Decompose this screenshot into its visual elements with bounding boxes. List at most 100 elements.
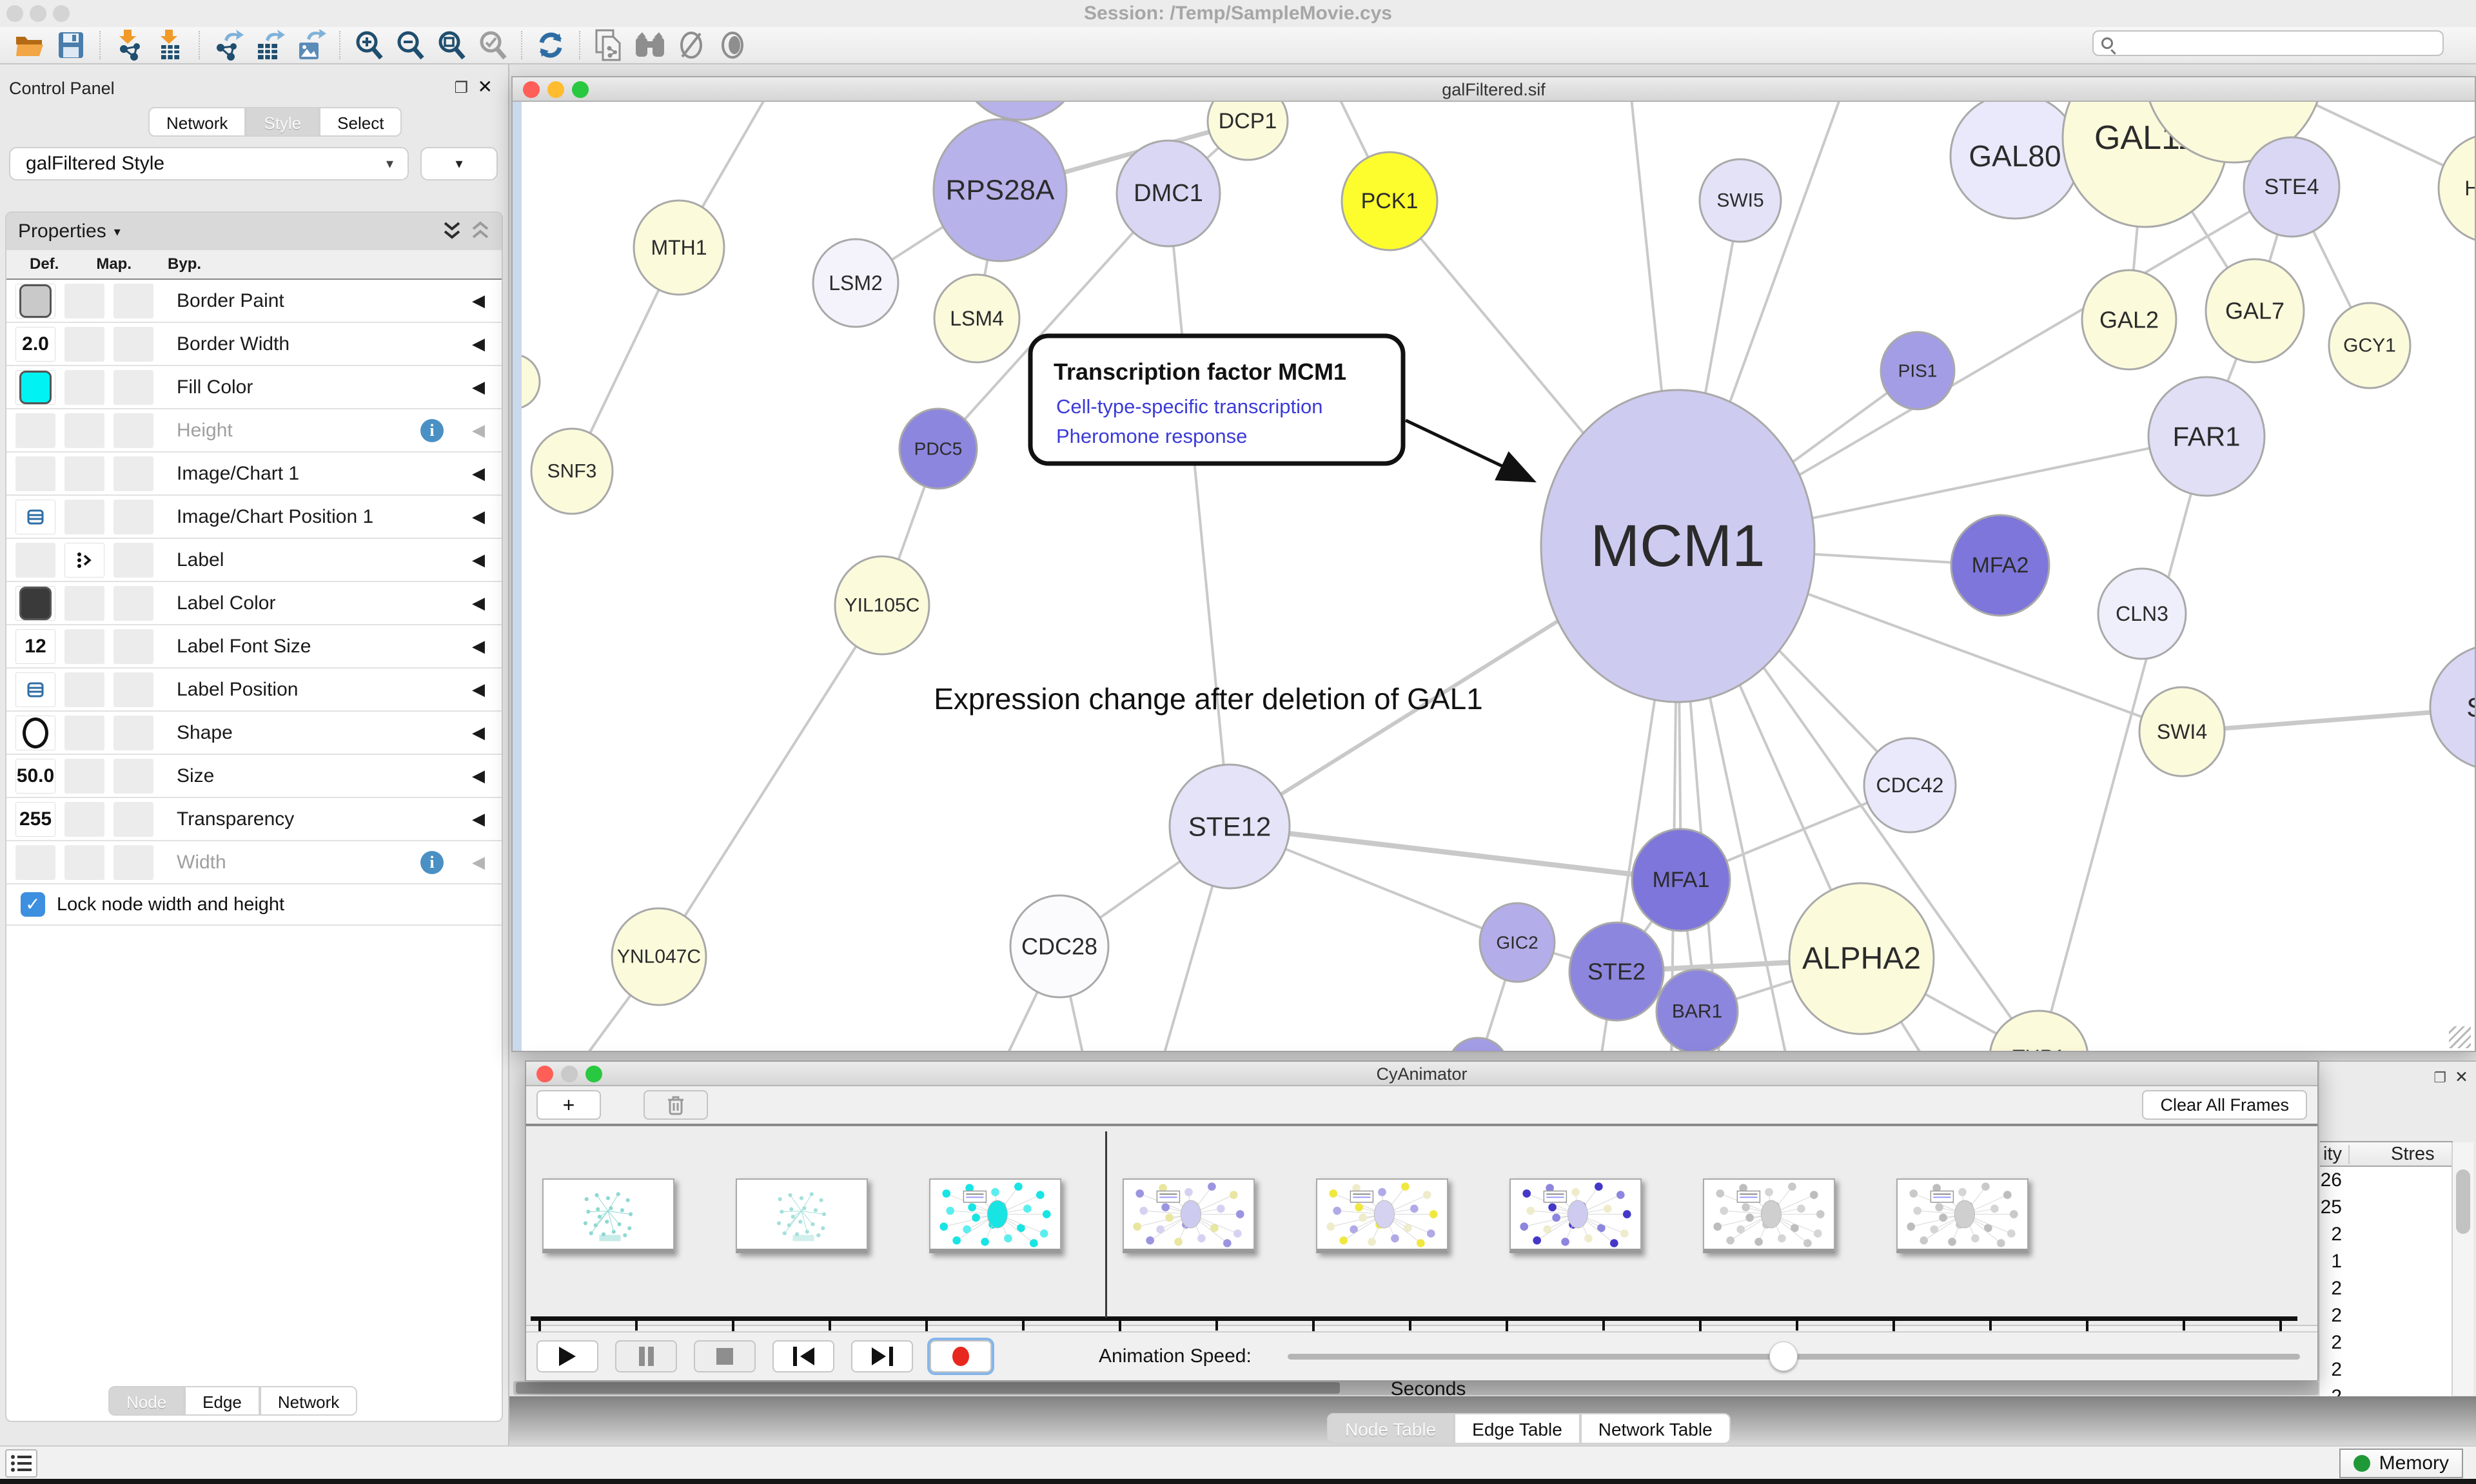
mapping-cell[interactable] xyxy=(64,500,104,534)
network-node[interactable]: LSM2 xyxy=(813,239,898,327)
show-all-button[interactable] xyxy=(712,29,753,61)
network-node[interactable]: LSM4 xyxy=(934,275,1019,362)
memory-button[interactable]: Memory xyxy=(2339,1449,2463,1478)
table-vertical-scrollbar[interactable] xyxy=(2451,1142,2473,1396)
network-node[interactable]: PCK1 xyxy=(1342,152,1437,250)
scrollbar-thumb[interactable] xyxy=(2456,1169,2470,1234)
network-node[interactable]: YIL105C xyxy=(835,556,929,654)
expand-row-icon[interactable]: ◀ xyxy=(472,636,485,656)
timeline-area[interactable]: 0123456789 Seconds xyxy=(526,1124,2317,1326)
mapping-cell[interactable] xyxy=(64,629,104,664)
network-node[interactable]: GCY1 xyxy=(2329,303,2410,388)
timeline-playhead[interactable] xyxy=(1105,1131,1107,1318)
network-node[interactable]: STE12 xyxy=(1170,765,1290,888)
expand-row-icon[interactable]: ◀ xyxy=(472,334,485,354)
property-row[interactable]: Shape◀ xyxy=(6,712,502,755)
network-node[interactable]: STE2 xyxy=(1569,923,1664,1020)
network-node[interactable]: SLT2 xyxy=(2430,644,2475,770)
network-node[interactable]: MCM1 xyxy=(1541,390,1814,702)
property-row[interactable]: 255Transparency◀ xyxy=(6,798,502,841)
network-window-titlebar[interactable]: galFiltered.sif xyxy=(513,77,2475,102)
mapping-cell[interactable] xyxy=(64,759,104,794)
frame-thumbnail[interactable] xyxy=(1703,1178,1835,1253)
window-minimize-light[interactable] xyxy=(547,81,564,98)
network-node[interactable]: CLN3 xyxy=(2098,569,2186,659)
animation-speed-slider[interactable] xyxy=(1288,1340,2300,1372)
tab-network-style[interactable]: Network xyxy=(260,1386,357,1416)
close-panel-icon[interactable]: ✕ xyxy=(478,76,493,97)
slider-thumb[interactable] xyxy=(1769,1342,1798,1371)
scrollbar-thumb[interactable] xyxy=(516,1382,1340,1394)
annotation-link[interactable]: Cell-type-specific transcription xyxy=(1056,395,1322,418)
mapping-cell[interactable] xyxy=(64,845,104,880)
lock-size-checkbox[interactable]: ✓ xyxy=(21,892,45,917)
tab-select[interactable]: Select xyxy=(319,107,402,137)
style-options-button[interactable]: ▾ xyxy=(420,147,498,181)
table-row[interactable]: 2 xyxy=(2320,1275,2453,1302)
window-close-light[interactable] xyxy=(523,81,540,98)
network-node[interactable]: MFA2 xyxy=(1951,515,2049,616)
clear-all-frames-button[interactable]: Clear All Frames xyxy=(2142,1090,2307,1120)
expand-row-icon[interactable]: ◀ xyxy=(472,507,485,527)
expand-row-icon[interactable]: ◀ xyxy=(472,291,485,311)
mapping-cell[interactable] xyxy=(64,802,104,837)
mapping-cell[interactable] xyxy=(64,284,104,318)
save-session-button[interactable] xyxy=(50,29,92,61)
network-node[interactable]: HAP2 xyxy=(2439,134,2475,242)
table-column-headers[interactable]: ity Stres xyxy=(2320,1142,2453,1167)
zoom-in-button[interactable] xyxy=(348,29,389,61)
skip-to-end-button[interactable] xyxy=(851,1340,913,1372)
network-edge[interactable] xyxy=(659,605,882,957)
bypass-cell[interactable] xyxy=(113,759,153,794)
stop-button[interactable] xyxy=(694,1340,756,1372)
property-row[interactable]: Label Color◀ xyxy=(6,582,502,625)
table-row[interactable]: 2 xyxy=(2320,1221,2453,1248)
property-row[interactable]: 2.0Border Width◀ xyxy=(6,323,502,366)
network-node[interactable]: GIC2 xyxy=(1480,903,1555,982)
frame-thumbnail[interactable] xyxy=(1123,1178,1255,1253)
clone-network-button[interactable] xyxy=(588,29,629,61)
table-row[interactable]: 26 xyxy=(2320,1167,2453,1194)
network-node[interactable]: GAL2 xyxy=(2082,270,2176,369)
table-row[interactable]: 2 xyxy=(2320,1356,2453,1383)
frame-thumbnail[interactable] xyxy=(1316,1178,1448,1253)
network-node[interactable]: SWI5 xyxy=(1700,159,1781,242)
export-network-button[interactable] xyxy=(208,29,249,61)
delete-frame-button[interactable] xyxy=(644,1090,708,1120)
property-row[interactable]: 50.0Size◀ xyxy=(6,755,502,798)
table-row[interactable]: 2 xyxy=(2320,1329,2453,1356)
network-node[interactable]: CDC28 xyxy=(1010,895,1108,997)
network-node[interactable]: CDC42 xyxy=(1864,738,1956,832)
mapping-cell[interactable] xyxy=(64,413,104,448)
canvas-caption-text[interactable]: Expression change after deletion of GAL1 xyxy=(934,682,1483,716)
bypass-cell[interactable] xyxy=(113,672,153,707)
bypass-cell[interactable] xyxy=(113,413,153,448)
add-frame-button[interactable]: + xyxy=(536,1090,601,1120)
table-row[interactable]: 2 xyxy=(2320,1302,2453,1329)
app-zoom-light[interactable] xyxy=(53,5,70,22)
expand-row-icon[interactable]: ◀ xyxy=(472,593,485,613)
default-value-cell[interactable] xyxy=(15,413,55,448)
bypass-cell[interactable] xyxy=(113,845,153,880)
expand-row-icon[interactable]: ◀ xyxy=(472,852,485,872)
bypass-cell[interactable] xyxy=(113,284,153,318)
mapping-cell[interactable] xyxy=(64,327,104,362)
default-value-cell[interactable]: 255 xyxy=(15,802,55,837)
network-node[interactable]: PIS1 xyxy=(1881,332,1954,409)
skip-to-start-button[interactable] xyxy=(772,1340,834,1372)
network-node[interactable]: DMC1 xyxy=(1117,141,1220,246)
bypass-cell[interactable] xyxy=(113,370,153,405)
table-row[interactable]: 1 xyxy=(2320,1248,2453,1275)
network-node[interactable]: ALPHA2 xyxy=(1789,883,1934,1034)
expand-row-icon[interactable]: ◀ xyxy=(472,809,485,829)
property-row[interactable]: Label◀ xyxy=(6,539,502,582)
window-close-light[interactable] xyxy=(536,1066,553,1082)
style-selector-dropdown[interactable]: galFiltered Style ▾ xyxy=(9,147,409,181)
expand-row-icon[interactable]: ◀ xyxy=(472,550,485,570)
tab-network[interactable]: Network xyxy=(148,107,246,137)
expand-row-icon[interactable]: ◀ xyxy=(472,766,485,786)
network-node[interactable]: SWI4 xyxy=(2139,687,2225,776)
refresh-button[interactable] xyxy=(530,29,571,61)
record-button[interactable] xyxy=(930,1340,992,1372)
bypass-cell[interactable] xyxy=(113,543,153,578)
